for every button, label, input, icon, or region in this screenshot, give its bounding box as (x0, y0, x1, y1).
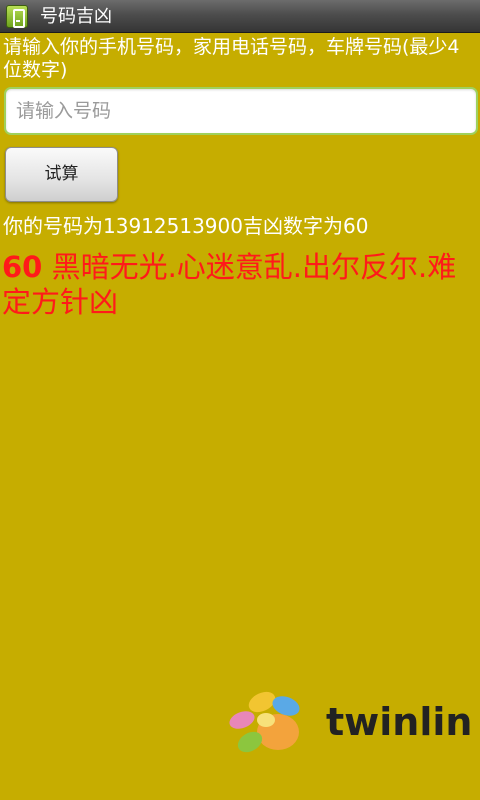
twinlin-logo: twinlin (226, 690, 472, 766)
input-prompt: 请输入你的手机号码，家用电话号码，车牌号码(最少4位数字) (3, 36, 460, 81)
number-input-container[interactable] (4, 87, 478, 135)
result-summary: 你的号码为13912513900吉凶数字为60 (3, 214, 369, 238)
result-verdict: 60 黑暗无光.心迷意乱.出尔反尔.难定方针凶 (2, 250, 478, 320)
logo-text: twinlin (326, 700, 473, 744)
result-number: 60 (2, 250, 43, 284)
app-icon (6, 5, 28, 28)
twinlin-logo-mark-icon (229, 691, 300, 753)
calculate-button[interactable]: 试算 (5, 147, 118, 202)
number-input[interactable] (6, 89, 476, 133)
app-title: 号码吉凶 (40, 6, 112, 27)
result-description: 黑暗无光.心迷意乱.出尔反尔.难定方针凶 (2, 250, 457, 319)
title-bar: 号码吉凶 (0, 0, 480, 33)
